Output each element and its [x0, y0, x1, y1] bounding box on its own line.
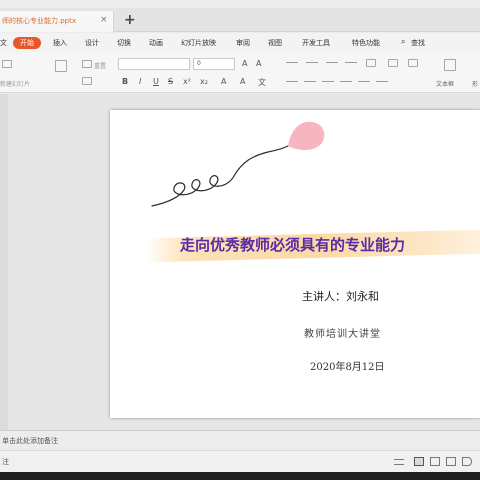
normal-view-icon[interactable]	[414, 457, 424, 466]
reset-label[interactable]: 重置	[94, 61, 106, 70]
menu-item-slideshow[interactable]: 幻灯片放映	[181, 38, 216, 48]
menu-item-file-fragment[interactable]: 文	[0, 38, 7, 48]
line-spacing-icon[interactable]	[376, 81, 388, 82]
new-tab-button[interactable]: +	[124, 12, 136, 28]
close-tab-icon[interactable]: ×	[100, 15, 108, 25]
event-name[interactable]: 教师培训大讲堂	[304, 325, 381, 340]
menu-bar: 文 开始 插入 设计 切换 动画 幻灯片放映 审阅 视图 开发工具 特色功能 ⌕…	[0, 33, 480, 53]
document-tab-bar: 师的核心专业能力.pptx × +	[0, 8, 480, 32]
wps-presentation-window: 师的核心专业能力.pptx × + 文 开始 插入 设计 切换 动画 幻灯片放映…	[0, 0, 480, 480]
superscript-icon[interactable]: x²	[183, 77, 191, 86]
menu-item-review[interactable]: 审阅	[236, 38, 250, 48]
textbox-icon[interactable]	[444, 59, 456, 71]
search-icon[interactable]: ⌕	[401, 37, 405, 47]
decrease-indent-icon[interactable]	[326, 62, 338, 63]
notes-toggle-icon[interactable]	[394, 459, 404, 465]
align-text-icon[interactable]	[408, 59, 418, 67]
text-direction-icon[interactable]	[388, 59, 398, 67]
underline-icon[interactable]: U	[153, 77, 159, 86]
distribute-icon[interactable]	[358, 81, 370, 82]
reading-view-icon[interactable]	[446, 457, 456, 466]
clear-format-icon[interactable]: A	[221, 77, 226, 86]
presentation-date[interactable]: 2020年8月12日	[310, 358, 385, 373]
menu-item-search[interactable]: 查找	[411, 38, 425, 48]
slideshow-icon[interactable]	[462, 457, 472, 466]
menu-item-developer[interactable]: 开发工具	[302, 38, 330, 48]
menu-item-transition[interactable]: 切换	[117, 38, 131, 48]
menu-item-view[interactable]: 视图	[268, 38, 282, 48]
section-icon[interactable]	[82, 77, 92, 85]
font-size-value: 0	[197, 60, 201, 67]
ribbon-toolbar: 新建幻灯片 重置 0 A A B I U S x² x₂ A A 文 文本框 形	[0, 53, 480, 93]
menu-item-home[interactable]: 开始	[13, 37, 41, 49]
slide-title[interactable]: 走向优秀教师必须具有的专业能力	[180, 234, 470, 255]
slide-sorter-icon[interactable]	[430, 457, 440, 466]
subscript-icon[interactable]: x₂	[200, 77, 208, 86]
bold-icon[interactable]: B	[122, 77, 128, 86]
document-tab[interactable]: 师的核心专业能力.pptx ×	[0, 11, 114, 32]
menu-item-animation[interactable]: 动画	[149, 38, 163, 48]
align-center-icon[interactable]	[304, 81, 316, 82]
presenter-name[interactable]: 主讲人：刘永和	[302, 288, 379, 304]
menu-item-features[interactable]: 特色功能	[352, 38, 380, 48]
decrease-font-icon[interactable]: A	[256, 59, 261, 68]
columns-icon[interactable]	[366, 59, 376, 67]
balloon-doodle-decoration	[151, 121, 325, 207]
slide-thumbnail-pane-collapsed[interactable]	[0, 94, 8, 430]
screen-bottom-edge	[0, 472, 480, 480]
align-left-icon[interactable]	[286, 81, 298, 82]
layout-icon[interactable]	[55, 60, 67, 72]
align-right-icon[interactable]	[322, 81, 334, 82]
shape-label-fragment[interactable]: 形	[472, 79, 478, 88]
new-slide-icon[interactable]	[2, 60, 12, 68]
char-spacing-icon[interactable]: 文	[258, 77, 266, 88]
menu-item-design[interactable]: 设计	[85, 38, 99, 48]
notes-placeholder[interactable]: 单击此处添加备注	[2, 436, 58, 446]
status-bar: 注	[0, 450, 480, 472]
italic-icon[interactable]: I	[139, 77, 141, 86]
reset-icon[interactable]	[82, 60, 92, 68]
document-filename: 师的核心专业能力.pptx	[2, 17, 76, 25]
bullet-list-icon[interactable]	[286, 62, 298, 63]
numbered-list-icon[interactable]	[306, 62, 318, 63]
justify-icon[interactable]	[340, 81, 352, 82]
strikethrough-icon[interactable]: S	[168, 77, 173, 86]
increase-font-icon[interactable]: A	[242, 59, 247, 68]
increase-indent-icon[interactable]	[345, 62, 357, 63]
notes-pane[interactable]: 单击此处添加备注	[0, 430, 480, 450]
font-size-combo[interactable]: 0	[193, 58, 235, 70]
textbox-label[interactable]: 文本框	[436, 79, 454, 88]
font-name-combo[interactable]	[118, 58, 190, 70]
new-slide-label[interactable]: 新建幻灯片	[0, 79, 30, 88]
current-slide[interactable]: 走向优秀教师必须具有的专业能力 主讲人：刘永和 教师培训大讲堂 2020年8月1…	[110, 110, 480, 418]
font-color-icon[interactable]: A	[240, 77, 245, 86]
menu-item-insert[interactable]: 插入	[53, 38, 67, 48]
status-label: 注	[2, 458, 9, 466]
